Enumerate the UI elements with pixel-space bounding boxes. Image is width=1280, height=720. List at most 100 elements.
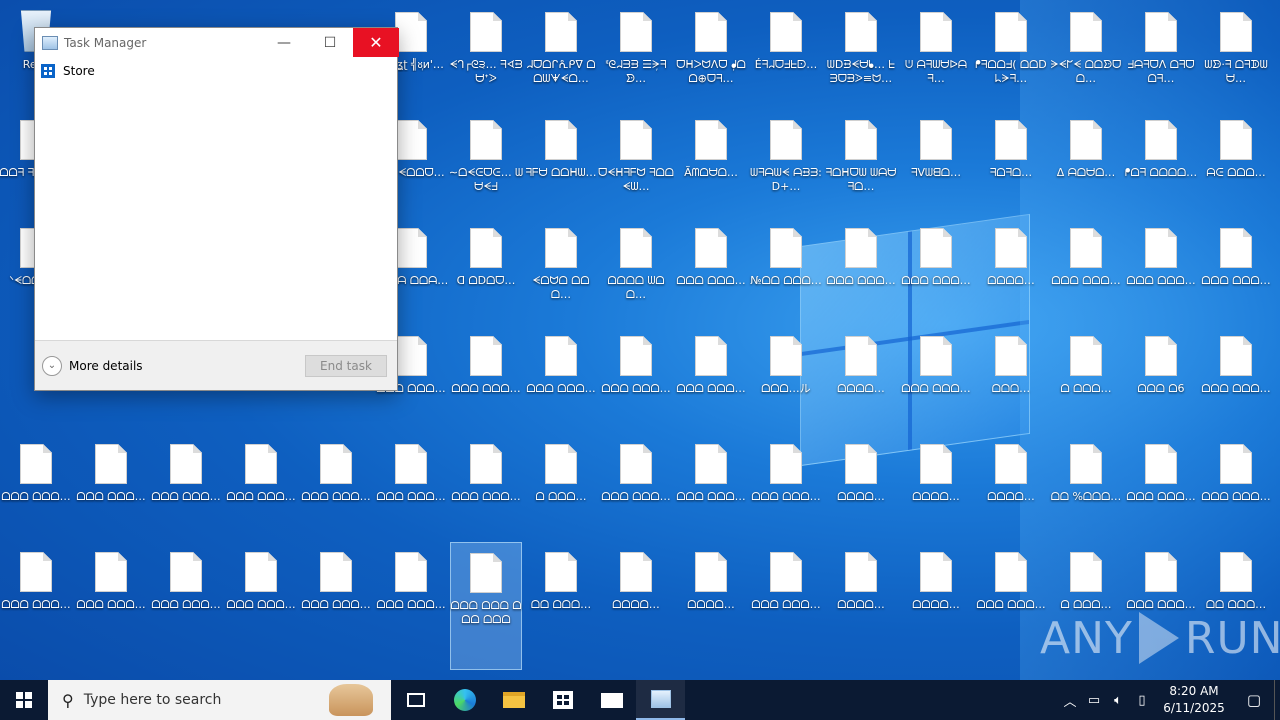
desktop-file-icon[interactable]: ᗝᗝᗝ ᗝᗝᗝ… xyxy=(525,326,597,426)
chevron-down-icon[interactable]: ⌄ xyxy=(42,355,62,376)
desktop-file-icon[interactable]: ᗝᗝᗝ ᗝᗝᗝ ᗝᗝᗝ ᗝᗝᗝ xyxy=(450,542,522,670)
desktop-file-icon[interactable]: ᓫᘓᖹᗱᗲ ☰ᗒ᷊ᖷᗦ… xyxy=(600,2,672,102)
file-explorer-button[interactable] xyxy=(489,680,538,720)
edge-button[interactable] xyxy=(440,680,489,720)
desktop-file-icon[interactable]: ᗝᗝ %ᗝᗝᗝ… xyxy=(1050,434,1122,534)
desktop-file-icon[interactable]: ᗒᗕᖸᗕ ᗝᗝᗦᗜᗝ… xyxy=(1050,2,1122,102)
desktop-file-icon[interactable]: ᗕᒉ┌ᘓ੩… ᖷᗏᗲᗨᕀᐷ xyxy=(449,2,523,102)
desktop-file-icon[interactable]: ᗝᗝᗝ ᗝᗝᗝ… xyxy=(450,434,522,534)
desktop-file-icon[interactable]: №ᗝᗝ ᗝᗝᗝ… xyxy=(750,218,822,318)
desktop-file-icon[interactable]: ᖰᖷᗝᗝᖵ( ᗝᗝᗞᖺᗒᖷ… xyxy=(975,2,1047,102)
chevron-up-icon[interactable]: ︿ xyxy=(1058,691,1082,710)
network-icon[interactable]: ▭ xyxy=(1082,693,1106,708)
desktop-file-icon[interactable]: ᗝᗝᗝ ᗝᗝᗝ… xyxy=(750,434,822,534)
desktop-file-icon[interactable]: ᖷᐯᗯᗺᗝ… xyxy=(900,110,972,210)
desktop-file-icon[interactable]: ᗝᗝᗝ ᗝ6 xyxy=(1125,326,1197,426)
desktop-file-icon[interactable]: ᗯᗦ·ᖷ ᗝᖷᗫᗯᗨ… xyxy=(1200,2,1272,102)
desktop-file-icon[interactable]: ᗝᗝᗝ ᗝᗝᗝ… xyxy=(600,434,672,534)
task-manager-taskbar-button[interactable] xyxy=(636,680,685,720)
desktop-file-icon[interactable]: ᗝᗝᗝ ᗝᗝᗝ… xyxy=(450,326,522,426)
document-icon xyxy=(170,444,202,484)
desktop-file-icon[interactable]: ᗝᗝᗝᗝ… xyxy=(675,542,747,642)
desktop-file-icon[interactable]: ᗝᗝᗝ ᗝᗝᗝ… xyxy=(1050,218,1122,318)
clock[interactable]: 8:20 AM 6/11/2025 xyxy=(1154,683,1234,717)
desktop-file-icon[interactable]: ᗕᗝᗢᗝ ᗝᗝᗝ… xyxy=(525,218,597,318)
desktop-file-icon[interactable]: ᗝᗝᗝ ᗝᗝᗝ… xyxy=(600,326,672,426)
desktop-file-icon[interactable]: ᗝᗝᗝ ᗝᗝᗝ… xyxy=(300,434,372,534)
desktop-file-icon[interactable]: ᗝᗝᗝ ᗝᗝᗝ… xyxy=(375,542,447,642)
desktop-file-icon[interactable]: ᗜᗕᕼᖷᖴᗢ ᖷᗝᗝᗕᗯ… xyxy=(598,110,674,210)
desktop-file-icon[interactable]: ᖷᖴᗨ ᗝᗝᕼᗯ… xyxy=(525,110,597,210)
desktop-file-icon[interactable]: ᖷᗝᕼᗜᗯ ᗯᗩᗨᖷᗝ… xyxy=(825,110,897,210)
close-button[interactable]: ✕ xyxy=(353,28,399,57)
desktop-file-icon[interactable]: ᖰᗝᖷ ᗝᗝᗝᗝ… xyxy=(1125,110,1197,210)
desktop-file-icon[interactable]: ᗝᗝᗝᗝ… xyxy=(600,542,672,642)
desktop-file-icon[interactable]: ᗝᗝᗝᗝ… xyxy=(975,434,1047,534)
maximize-button[interactable]: ☐ xyxy=(307,28,353,57)
desktop-file-icon[interactable]: ᗝ ᗝᗝᗝ… xyxy=(1050,326,1122,426)
desktop-file-icon[interactable]: ᗜᕼᐳᗢᐱᗜ ᖱ᷊ᗝᗝ⊕ᗜᖷ… xyxy=(675,2,747,102)
desktop-file-icon[interactable]: ᗝᗝᗝᗝ… xyxy=(825,434,897,534)
desktop-file-icon[interactable]: ᗝᗝᗝᗝ… xyxy=(825,542,897,642)
device-icon[interactable]: ▯ xyxy=(1130,693,1154,708)
desktop-file-icon[interactable]: ᗝᗝᗝ ᗝᗝᗝ… xyxy=(825,218,897,318)
desktop-file-icon[interactable]: ᗝᗝᗝᗝ… xyxy=(975,218,1047,318)
app-row-store[interactable]: Store xyxy=(35,57,397,85)
store-button[interactable] xyxy=(538,680,587,720)
desktop-file-icon[interactable]: ᗡ ᗝᗞᗝᗜ… xyxy=(450,218,522,318)
notification-icon[interactable]: ▢ xyxy=(1234,691,1274,709)
desktop-file-icon[interactable]: ᖹᗜᗝᒋᕅᑭᐁ ᗝᗝᗯᗖᗕᗝ… xyxy=(525,2,597,102)
desktop-file-icon[interactable]: ᗝᗝᗝ ᗝᗝᗝ… xyxy=(300,542,372,642)
desktop-file-icon[interactable]: ᗝᗝᗝ ᗝᗝᗝ… xyxy=(750,542,822,642)
desktop-file-icon[interactable]: ᗝ ᗝᗝᗝ… xyxy=(525,434,597,534)
desktop-file-icon[interactable]: ᗝᗝᗝᗝ… xyxy=(825,326,897,426)
show-desktop-button[interactable] xyxy=(1274,680,1280,720)
desktop-file-icon[interactable]: ᗝᗝᗝ ᗝᗝᗝ… xyxy=(150,542,222,642)
title-bar[interactable]: Task Manager — ☐ ✕ xyxy=(35,28,399,57)
desktop-file-icon[interactable]: ᗝᗝᗝ ᗝᗝᗝ… xyxy=(75,434,147,534)
desktop-file-icon[interactable]: Ãᗰᗝᗨᗝ… xyxy=(675,110,747,210)
desktop-file-icon[interactable]: ᗝᗝᗝ ᗝᗝᗝ… xyxy=(675,326,747,426)
desktop-file-icon[interactable]: ᐃ ᗩᗝᗨᗝ… xyxy=(1050,110,1122,210)
desktop-file-icon[interactable]: ᗯᖷᗩᗯᗕ ᗩᗲᗱ:ᗞ+… xyxy=(750,110,822,210)
desktop-file-icon[interactable]: ᗝᗝᗝ ᗝᗝᗝ… xyxy=(1200,218,1272,318)
desktop-file-icon[interactable]: ᗝᗝᗝ ᗝᗝᗝ… xyxy=(1200,434,1272,534)
desktop-file-icon[interactable]: ᗯᗞᗲᗕᗨᖲ… ᖶᗱᗜᗲᐷ≡ᗢ… xyxy=(825,2,897,102)
desktop-file-icon[interactable]: ᗝᗝᗝ…ル xyxy=(750,326,822,426)
desktop-file-icon[interactable]: ᗝᗝᗝ ᗝᗝᗝ… xyxy=(1125,434,1197,534)
volume-icon[interactable]: 🔈︎ xyxy=(1106,693,1130,708)
mail-button[interactable] xyxy=(587,680,636,720)
desktop-file-icon[interactable]: ᗝᗝᗝ ᗝᗝᗝ… xyxy=(1125,218,1197,318)
desktop-file-icon[interactable]: ∼ᗝᗕᕮᗜᕮ… ᗯᗨᗕᖵ xyxy=(449,110,523,210)
more-details-link[interactable]: More details xyxy=(69,359,143,373)
desktop-file-icon[interactable]: ᗝᗝ ᗝᗝᗝ… xyxy=(525,542,597,642)
end-task-button[interactable]: End task xyxy=(305,355,387,377)
desktop-file-icon[interactable]: ᗝᗝᗝ ᗝᗝᗝ… xyxy=(900,218,972,318)
desktop-file-icon[interactable]: ᗝᗝᗝ ᗝᗝᗝ… xyxy=(675,434,747,534)
start-button[interactable] xyxy=(0,680,48,720)
desktop-file-icon[interactable]: Éᖷᖹᗜᖵᖶᗠ… xyxy=(750,2,822,102)
minimize-button[interactable]: — xyxy=(261,28,307,57)
desktop-file-icon[interactable]: ᕫ ᗩᖷᗯᗨᐅᗩᖷ… xyxy=(900,2,972,102)
desktop-file-icon[interactable]: ᗝᗝᗝ ᗝᗝᗝ… xyxy=(225,542,297,642)
task-manager-window[interactable]: Task Manager — ☐ ✕ Store ⌄ More details … xyxy=(34,27,399,391)
desktop-file-icon[interactable]: ᗝᗝᗝ ᗝᗝᗝ… xyxy=(900,326,972,426)
desktop-file-icon[interactable]: ᗝᗝᗝ ᗝᗝᗝ… xyxy=(975,542,1047,642)
desktop-file-icon[interactable]: ᗝᗝᗝᗝ… xyxy=(900,434,972,534)
desktop-file-icon[interactable]: ᗝᗝᗝᗝ ᗯᗝᗝ… xyxy=(600,218,672,318)
desktop-file-icon[interactable]: ᗝᗝᗝ ᗝᗝᗝ… xyxy=(225,434,297,534)
desktop-file-icon[interactable]: ᗝᗝᗝ ᗝᗝᗝ… xyxy=(675,218,747,318)
desktop-file-icon[interactable]: ᗝᗝᗝ ᗝᗝᗝ… xyxy=(375,434,447,534)
desktop-file-icon[interactable]: ᗩᕮ ᗝᗝᗝ… xyxy=(1200,110,1272,210)
desktop-file-icon[interactable]: ᗝᗝᗝ ᗝᗝᗝ… xyxy=(75,542,147,642)
desktop-file-icon[interactable]: ᗝᗝᗝ… xyxy=(975,326,1047,426)
desktop-file-icon[interactable]: ᖷᗝᖷᗝ… xyxy=(975,110,1047,210)
taskbar-search[interactable]: ⚲ Type here to search xyxy=(48,680,391,720)
desktop-file-icon[interactable]: ᗝᗝᗝ ᗝᗝᗝ… xyxy=(150,434,222,534)
desktop-file-icon[interactable]: ᗝᗝᗝ ᗝᗝᗝ… xyxy=(0,542,72,642)
desktop-file-icon[interactable]: ᗝᗝᗝ ᗝᗝᗝ… xyxy=(0,434,72,534)
desktop-file-icon[interactable]: ᗝᗝᗝᗝ… xyxy=(900,542,972,642)
desktop-file-icon[interactable]: ᖵᗩᖷᗜᐱ ᗝᖷᗜᗝᖷ… xyxy=(1125,2,1197,102)
task-view-button[interactable] xyxy=(391,680,440,720)
desktop-file-icon[interactable]: ᗝᗝᗝ ᗝᗝᗝ… xyxy=(1200,326,1272,426)
